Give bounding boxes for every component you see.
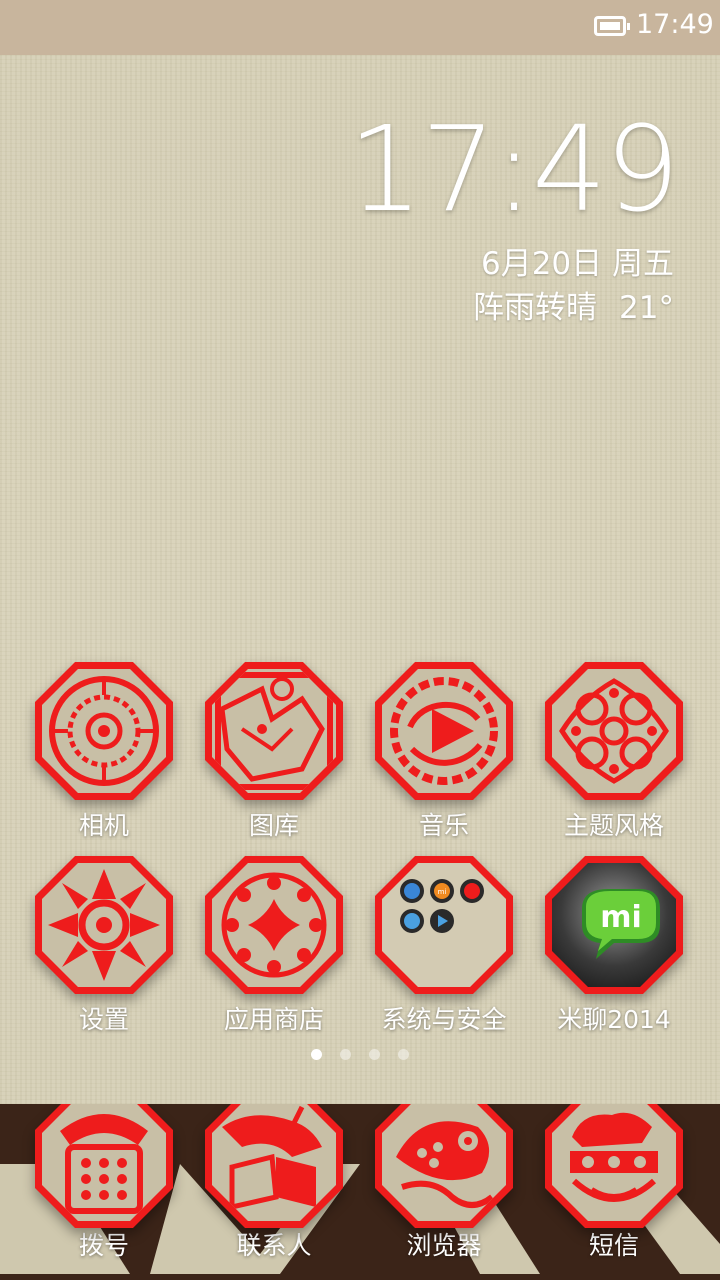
battery-full-icon [594, 16, 630, 36]
clock-widget-date: 6月20日 周五 [480, 246, 674, 282]
camera-icon [35, 662, 173, 800]
folder-icon: mi [375, 856, 513, 994]
app-label: 系统与安全 [381, 1005, 507, 1034]
page-dot [340, 1049, 351, 1060]
messages-icon [545, 1104, 683, 1228]
dock-app-messages[interactable]: 短信 [529, 1104, 699, 1262]
folder-mi-badge: mi [438, 888, 447, 896]
dock-app-phone[interactable]: 拨号 [19, 1104, 189, 1262]
clock-widget-time[interactable]: 17:49 [348, 100, 680, 238]
app-label: 联系人 [236, 1231, 312, 1260]
app-label: 应用商店 [223, 1005, 324, 1034]
app-label: 拨号 [78, 1231, 129, 1260]
app-camera[interactable]: 相机 [19, 662, 189, 842]
app-themes[interactable]: 主题风格 [529, 662, 699, 842]
themes-icon [545, 662, 683, 800]
folder-system-security[interactable]: mi 系统与安全 [359, 856, 529, 1036]
weather-widget[interactable]: 阵雨转晴 21° [473, 282, 674, 327]
app-label: 浏览器 [406, 1231, 482, 1260]
weather-temperature: 21° [619, 290, 674, 326]
app-store[interactable]: 应用商店 [189, 856, 359, 1036]
gallery-icon [205, 662, 343, 800]
page-dot-active [311, 1049, 322, 1060]
app-label: 设置 [78, 1005, 129, 1034]
app-label: 相机 [78, 811, 129, 840]
contacts-icon [205, 1104, 343, 1228]
miliao-icon: mi [545, 856, 683, 994]
app-miliao[interactable]: mi 米聊2014 [529, 856, 699, 1036]
dock-app-contacts[interactable]: 联系人 [189, 1104, 359, 1262]
music-icon [375, 662, 513, 800]
app-label: 图库 [248, 811, 299, 840]
weather-condition: 阵雨转晴 [473, 290, 598, 326]
app-store-icon [205, 856, 343, 994]
app-music[interactable]: 音乐 [359, 662, 529, 842]
app-gallery[interactable]: 图库 [189, 662, 359, 842]
app-label: 音乐 [418, 811, 469, 840]
app-label: 主题风格 [563, 811, 664, 840]
settings-icon [35, 856, 173, 994]
page-indicator[interactable] [305, 1049, 415, 1061]
browser-icon [375, 1104, 513, 1228]
dock: 拨号 联系人 浏览器 短信 [0, 1104, 720, 1280]
app-label: 米聊2014 [557, 1005, 671, 1034]
status-bar: 17:49 [0, 0, 720, 55]
page-dot [398, 1049, 409, 1060]
page-dot [369, 1049, 380, 1060]
app-label: 短信 [588, 1231, 639, 1260]
phone-icon [35, 1104, 173, 1228]
app-settings[interactable]: 设置 [19, 856, 189, 1036]
miliao-mi-badge: mi [600, 900, 642, 935]
dock-app-browser[interactable]: 浏览器 [359, 1104, 529, 1262]
status-time: 17:49 [636, 9, 714, 40]
